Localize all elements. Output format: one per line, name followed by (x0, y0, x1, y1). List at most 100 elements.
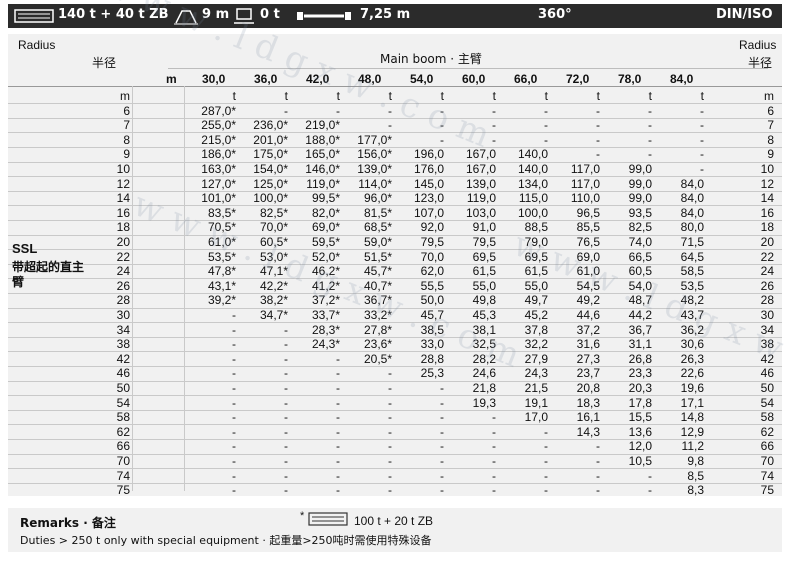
capacity-cell: 48,2 (680, 293, 704, 308)
capacity-cell: 66,5 (628, 249, 652, 264)
capacity-cell: 61,0 (576, 264, 600, 279)
capacity-cell: 69,5 (472, 249, 496, 264)
capacity-cell: 69,5 (524, 249, 548, 264)
capacity-cell: 69,0 (576, 249, 600, 264)
capacity-cell: 32,2 (524, 337, 548, 352)
capacity-cell: 20,5* (363, 351, 392, 366)
counterweight-icon (14, 9, 54, 23)
capacity-cell: 23,3 (628, 366, 652, 381)
capacity-cell: 99,0 (628, 191, 652, 206)
capacity-cell: 10,5 (628, 454, 652, 468)
capacity-cell: 12,0 (628, 439, 652, 454)
capacity-cell: - (544, 468, 548, 483)
capacity-cell: 61,0* (207, 235, 236, 249)
capacity-cell: - (284, 381, 288, 395)
capacity-cell: 255,0* (201, 118, 236, 133)
capacity-cell: 33,7* (311, 308, 340, 322)
capacity-cell: 117,0 (570, 176, 600, 191)
unit-t: t (648, 89, 652, 103)
capacity-cell: - (492, 439, 496, 454)
capacity-cell: - (492, 468, 496, 483)
capacity-cell: 107,0 (413, 205, 444, 220)
capacity-cell: - (388, 424, 392, 439)
capacity-cell: - (336, 366, 340, 381)
capacity-cell: 55,5 (420, 278, 444, 293)
capacity-cell: 79,5 (420, 235, 444, 249)
capacity-cell: - (388, 118, 392, 133)
capacity-cell: 38,5 (420, 322, 444, 337)
load-chart-table: Radius 半径 Main boom · 主臂 Radius 半径 m 30,… (8, 34, 782, 496)
capacity-cell: 82,5* (259, 205, 288, 220)
radius-right: 12 (760, 176, 774, 191)
capacity-cell: 62,0 (420, 264, 444, 279)
capacity-cell: 36,7* (363, 293, 392, 308)
capacity-cell: 154,0* (253, 162, 288, 176)
radius-right: 74 (760, 468, 774, 483)
capacity-cell: 24,6 (472, 366, 496, 381)
capacity-cell: - (336, 381, 340, 395)
capacity-cell: 32,5 (472, 337, 496, 352)
radius-right: 34 (760, 322, 774, 337)
capacity-cell: 74,0 (628, 235, 652, 249)
capacity-cell: 31,1 (628, 337, 652, 352)
capacity-cell: 76,5 (576, 235, 600, 249)
capacity-cell: - (492, 454, 496, 468)
boom-length-3: 48,0 (358, 72, 382, 86)
capacity-cell: 42,2* (259, 278, 288, 293)
capacity-cell: 14,3 (576, 424, 600, 439)
capacity-cell: - (596, 132, 600, 147)
outrigger-span-value: 9 m (202, 7, 230, 22)
capacity-cell: - (700, 132, 704, 147)
capacity-cell: 41,2* (311, 278, 340, 293)
capacity-cell: - (596, 147, 600, 162)
capacity-cell: 119,0* (306, 176, 340, 191)
radius-left: 46 (116, 366, 130, 381)
radius-right: 7 (767, 118, 774, 133)
capacity-cell: 28,2 (472, 351, 496, 366)
capacity-cell: 43,7 (680, 308, 704, 322)
capacity-cell: 50,0 (420, 293, 444, 308)
capacity-cell: 127,0* (201, 176, 236, 191)
capacity-cell: 45,7 (420, 308, 444, 322)
unit-t: t (544, 89, 548, 103)
capacity-cell: - (700, 147, 704, 162)
capacity-cell: 82,5 (628, 220, 652, 235)
radius-left: 28 (116, 293, 130, 308)
capacity-cell: - (596, 454, 600, 468)
capacity-cell: - (284, 395, 288, 410)
radius-right: 22 (760, 249, 774, 264)
capacity-cell: - (440, 454, 444, 468)
ssl-code: SSL (12, 241, 38, 256)
capacity-cell: - (440, 410, 444, 425)
capacity-cell: 43,1* (207, 278, 236, 293)
radius-left: 50 (116, 381, 130, 395)
capacity-cell: 19,3 (472, 395, 496, 410)
capacity-cell: 24,3 (524, 366, 548, 381)
capacity-cell: 71,5 (680, 235, 704, 249)
radius-label-cn: 半径 (92, 56, 117, 70)
track-width-icon (297, 12, 351, 20)
capacity-cell: - (388, 483, 392, 498)
capacity-cell: 24,3* (311, 337, 340, 352)
boom-length-6: 66,0 (514, 72, 538, 86)
capacity-cell: - (440, 439, 444, 454)
capacity-cell: 13,6 (628, 424, 652, 439)
capacity-cell: - (388, 366, 392, 381)
capacity-cell: 61,5 (472, 264, 496, 279)
capacity-cell: - (440, 483, 444, 498)
ballast-value: 0 t (260, 7, 280, 22)
capacity-cell: 100,0* (253, 191, 288, 206)
capacity-cell: - (336, 454, 340, 468)
radius-left: 12 (116, 176, 130, 191)
radius-left: 6 (123, 103, 130, 118)
capacity-cell: 45,3 (472, 308, 496, 322)
capacity-cell: 219,0* (305, 118, 340, 133)
capacity-cell: 17,0 (524, 410, 548, 425)
capacity-cell: - (336, 439, 340, 454)
capacity-cell: 101,0* (201, 191, 236, 206)
radius-right: 30 (760, 308, 774, 322)
capacity-cell: 139,0 (465, 176, 496, 191)
capacity-cell: 96,5 (576, 205, 600, 220)
capacity-cell: 123,0 (413, 191, 444, 206)
capacity-cell: - (596, 483, 600, 498)
